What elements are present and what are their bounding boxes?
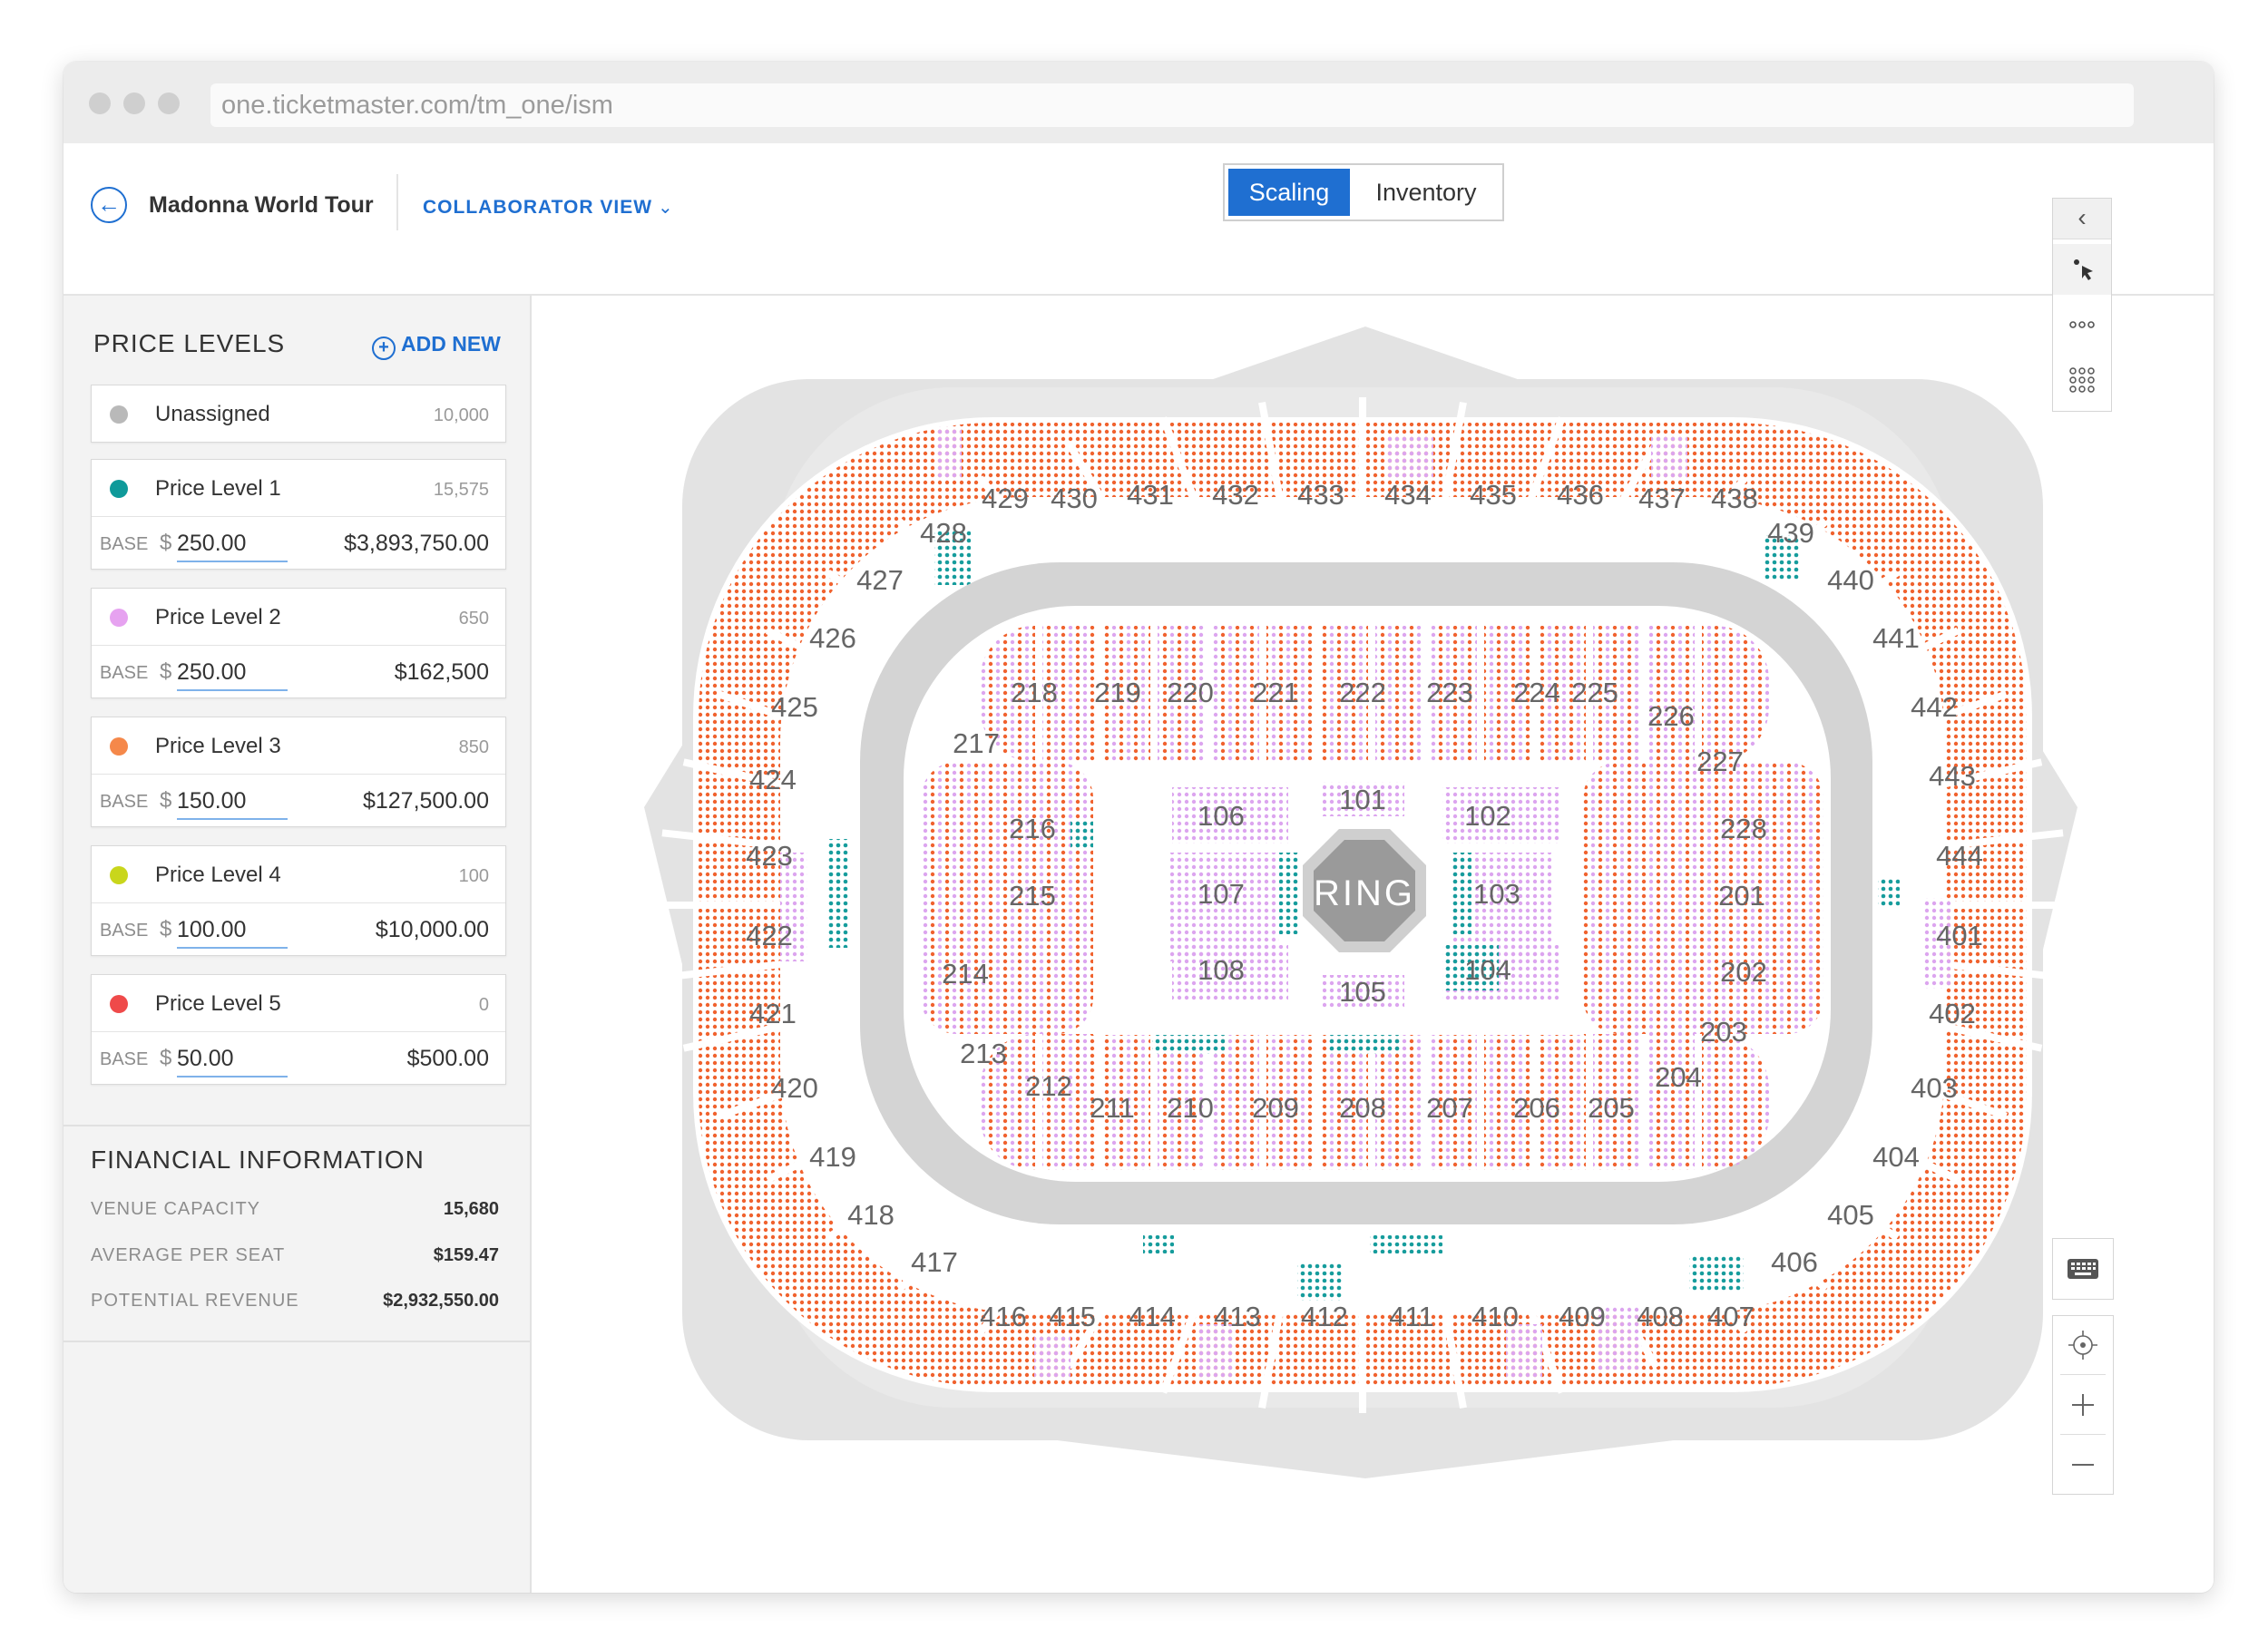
- section-label: 204: [1655, 1061, 1702, 1093]
- section-label: 405: [1827, 1199, 1874, 1231]
- section-label: 433: [1297, 479, 1344, 511]
- section-label: 444: [1936, 840, 1983, 872]
- section-label: 406: [1771, 1246, 1818, 1278]
- section-label: 436: [1557, 479, 1604, 511]
- section-label: 227: [1696, 746, 1744, 777]
- section-label: 440: [1827, 564, 1874, 596]
- section-label: 401: [1936, 920, 1983, 951]
- section-label: 225: [1571, 677, 1618, 708]
- section-label: 438: [1711, 483, 1758, 514]
- row-select-icon[interactable]: [2053, 302, 2111, 347]
- section-label: 210: [1167, 1092, 1214, 1124]
- section-label: 408: [1637, 1301, 1684, 1332]
- section-label: 410: [1471, 1301, 1519, 1332]
- section-label: 402: [1929, 998, 1976, 1029]
- section-label: 219: [1094, 677, 1141, 708]
- section-label: 228: [1720, 813, 1767, 844]
- section-label: 441: [1872, 622, 1920, 654]
- section-label: 212: [1025, 1070, 1072, 1102]
- section-label: 205: [1588, 1092, 1635, 1124]
- locate-icon[interactable]: [2053, 1316, 2113, 1374]
- section-label: 429: [982, 483, 1029, 514]
- floor-section-label: 103: [1473, 878, 1520, 910]
- floor-section-label: 108: [1198, 954, 1245, 986]
- section-label: 425: [771, 691, 818, 723]
- section-label: 415: [1049, 1301, 1096, 1332]
- map-tool-panel: ‹: [2052, 198, 2112, 412]
- zoom-divider: [2060, 1434, 2106, 1435]
- section-label: 223: [1426, 677, 1473, 708]
- chevron-left-icon[interactable]: ‹: [2053, 199, 2111, 239]
- zoom-in-icon[interactable]: [2053, 1376, 2113, 1434]
- section-label: 417: [911, 1246, 958, 1278]
- section-label: 409: [1559, 1301, 1606, 1332]
- section-label: 201: [1718, 880, 1765, 912]
- section-label: 439: [1767, 517, 1814, 549]
- section-label: 420: [771, 1072, 818, 1104]
- ring-label: RING: [1314, 873, 1415, 913]
- section-label: 411: [1389, 1301, 1433, 1332]
- section-label: 437: [1638, 483, 1686, 514]
- section-label: 412: [1301, 1301, 1348, 1332]
- section-label: 222: [1339, 677, 1386, 708]
- section-label: 207: [1426, 1092, 1473, 1124]
- section-label: 407: [1707, 1301, 1755, 1332]
- ring-stage: RING: [1303, 829, 1426, 952]
- section-label: 224: [1513, 677, 1560, 708]
- section-label: 403: [1911, 1072, 1958, 1104]
- section-label: 221: [1252, 677, 1299, 708]
- section-label: 217: [953, 727, 1000, 759]
- section-label: 427: [856, 564, 904, 596]
- section-label: 404: [1872, 1141, 1920, 1173]
- section-label: 226: [1647, 700, 1695, 732]
- section-label: 435: [1470, 479, 1517, 511]
- section-label: 416: [980, 1301, 1027, 1332]
- section-label: 216: [1009, 813, 1056, 844]
- section-label: 213: [960, 1038, 1007, 1069]
- section-label: 432: [1212, 479, 1259, 511]
- section-label: 422: [746, 920, 793, 951]
- section-label: 215: [1009, 880, 1056, 912]
- section-label: 434: [1384, 479, 1432, 511]
- zoom-controls: [2052, 1315, 2114, 1495]
- keyboard-icon[interactable]: [2052, 1238, 2114, 1300]
- section-label: 442: [1911, 691, 1958, 723]
- section-label: 430: [1051, 483, 1098, 514]
- section-label: 218: [1011, 677, 1058, 708]
- section-label: 203: [1700, 1016, 1747, 1048]
- section-label: 220: [1167, 677, 1214, 708]
- section-label: 211: [1090, 1092, 1134, 1124]
- floor-section-label: 102: [1464, 800, 1511, 832]
- section-label: 209: [1252, 1092, 1299, 1124]
- section-label: 208: [1339, 1092, 1386, 1124]
- section-label: 413: [1214, 1301, 1261, 1332]
- section-label: 421: [749, 998, 797, 1029]
- section-label: 443: [1929, 760, 1976, 792]
- section-label: 426: [809, 622, 856, 654]
- section-label: 202: [1720, 956, 1767, 988]
- floor-section-label: 105: [1339, 976, 1386, 1008]
- floor-section-label: 106: [1198, 800, 1245, 832]
- floor-section-label: 104: [1464, 954, 1511, 986]
- section-label: 423: [746, 840, 793, 872]
- grid-select-icon[interactable]: [2053, 353, 2111, 407]
- section-label: 206: [1513, 1092, 1560, 1124]
- section-label: 214: [942, 958, 989, 990]
- section-label: 424: [749, 764, 797, 795]
- section-label: 414: [1129, 1301, 1176, 1332]
- section-label: 428: [920, 517, 967, 549]
- pointer-select-icon[interactable]: [2053, 244, 2111, 295]
- zoom-out-icon[interactable]: [2053, 1436, 2113, 1494]
- arena-seat-map[interactable]: RING 429 430 431 432 433 434 435 436 437 438 416 41…: [0, 0, 2268, 1648]
- floor-section-label: 107: [1198, 878, 1245, 910]
- section-label: 431: [1127, 479, 1174, 511]
- section-label: 418: [847, 1199, 894, 1231]
- section-label: 419: [809, 1141, 856, 1173]
- floor-section-label: 101: [1339, 784, 1386, 815]
- zoom-divider: [2060, 1374, 2106, 1375]
